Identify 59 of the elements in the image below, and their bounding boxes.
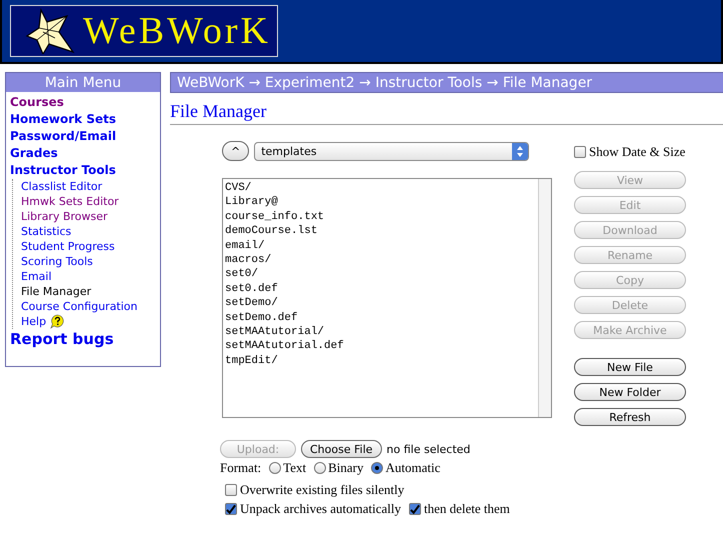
- menu-link[interactable]: Library Browser: [21, 209, 108, 224]
- checkbox[interactable]: [225, 484, 237, 496]
- menu-link[interactable]: Grades: [10, 145, 156, 162]
- file-item[interactable]: set0.def: [225, 282, 536, 296]
- menu-link[interactable]: Email: [21, 269, 52, 284]
- menu-link[interactable]: Homework Sets: [10, 111, 156, 128]
- radio-button[interactable]: [371, 462, 384, 474]
- file-item[interactable]: setMAAtutorial.def: [225, 339, 536, 354]
- menu-link[interactable]: Help: [21, 314, 46, 329]
- checkbox[interactable]: [574, 146, 586, 158]
- checkbox-label: then delete them: [424, 501, 510, 517]
- radio-label: Automatic: [385, 460, 440, 476]
- checkbox-label: Show Date & Size: [589, 144, 686, 160]
- file-item[interactable]: CVS/: [225, 181, 536, 196]
- action-button[interactable]: New File: [574, 358, 686, 376]
- action-button[interactable]: New Folder: [574, 383, 686, 401]
- menu-link[interactable]: Password/Email: [10, 128, 156, 145]
- page-title: File Manager: [170, 101, 723, 125]
- file-status: no file selected: [386, 442, 470, 456]
- format-label: Format:: [220, 460, 262, 476]
- checkbox[interactable]: [225, 503, 237, 515]
- file-item[interactable]: setMAAtutorial/: [225, 325, 536, 340]
- menu-link[interactable]: Hmwk Sets Editor: [21, 194, 119, 209]
- file-item[interactable]: course_info.txt: [225, 210, 536, 224]
- radio-button[interactable]: [269, 462, 282, 474]
- updown-icon: [517, 146, 524, 156]
- checkbox-label: Unpack archives automatically: [240, 501, 401, 517]
- scrollbar[interactable]: [538, 179, 551, 417]
- file-item[interactable]: demoCourse.lst: [225, 224, 536, 239]
- file-item[interactable]: setDemo/: [225, 296, 536, 311]
- directory-select[interactable]: templates: [254, 142, 530, 160]
- checkbox-label: Overwrite existing files silently: [240, 482, 404, 498]
- menu-link[interactable]: Report bugs: [10, 329, 156, 349]
- radio-label: Text: [283, 460, 306, 476]
- file-item[interactable]: set0/: [225, 267, 536, 282]
- file-item[interactable]: Library@: [225, 195, 536, 210]
- menu-link[interactable]: Classlist Editor: [21, 179, 102, 194]
- radio-button[interactable]: [314, 462, 326, 474]
- file-item[interactable]: email/: [225, 238, 536, 254]
- action-button[interactable]: Refresh: [574, 408, 686, 426]
- file-item[interactable]: tmpEdit/: [225, 354, 536, 368]
- file-list[interactable]: CVS/ Library@ course_info.txt demoCourse.lst email/ macros/ set0/ set0.def setDemo/ setDemo.def setMAAtutorial/ setMAAtutorial.def tmpEdit/: [222, 178, 552, 418]
- menu-link[interactable]: Courses: [10, 94, 156, 111]
- up-button[interactable]: ^: [222, 141, 250, 161]
- sidebar-title: Main Menu: [6, 73, 160, 92]
- file-item[interactable]: setDemo.def: [225, 310, 536, 326]
- breadcrumb: WeBWorK → Experiment2 → Instructor Tools → File Manager: [170, 72, 723, 93]
- menu-link[interactable]: Instructor Tools: [10, 162, 156, 179]
- logo-text: WeBWorK: [83, 9, 271, 53]
- radio-label: Binary: [328, 460, 364, 476]
- menu-link[interactable]: Scoring Tools: [21, 254, 93, 269]
- file-item[interactable]: macros/: [225, 253, 536, 268]
- menu-link[interactable]: Student Progress: [21, 239, 115, 254]
- menu-link[interactable]: Course Configuration: [21, 299, 138, 314]
- menu-link[interactable]: File Manager: [21, 284, 92, 299]
- checkbox[interactable]: [409, 503, 421, 515]
- star-web-icon: [25, 8, 75, 54]
- menu-link[interactable]: Statistics: [21, 224, 72, 239]
- help-icon[interactable]: [50, 314, 66, 329]
